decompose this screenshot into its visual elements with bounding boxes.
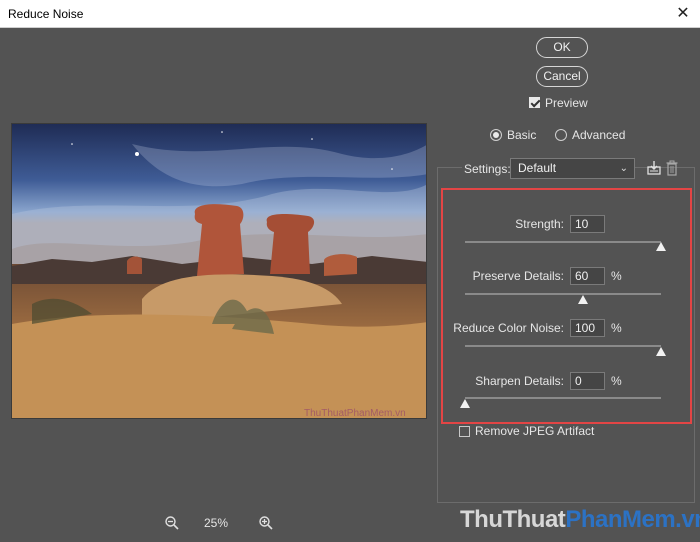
settings-label: Settings: — [462, 162, 513, 176]
remove-jpeg-artifact-label: Remove JPEG Artifact — [475, 424, 595, 438]
preview-watermark: ThuThuatPhanMem.vn — [304, 408, 406, 419]
site-watermark: ThuThuatPhanMem.vn — [460, 506, 700, 534]
basic-radio-label: Basic — [507, 128, 537, 142]
landscape-illustration: ThuThuatPhanMem.vn — [12, 124, 426, 419]
watermark-part-2: PhanMem.vn — [565, 506, 700, 533]
close-icon[interactable]: ✕ — [672, 3, 694, 25]
settings-dropdown[interactable]: Default ⌄ — [510, 158, 635, 179]
remove-jpeg-artifact-checkbox[interactable] — [459, 426, 470, 437]
cancel-button[interactable]: Cancel — [536, 66, 588, 87]
highlight-annotation — [441, 188, 692, 424]
ok-button[interactable]: OK — [536, 37, 588, 58]
advanced-radio-label: Advanced — [572, 128, 626, 142]
basic-radio[interactable] — [490, 129, 502, 141]
advanced-radio[interactable] — [555, 129, 567, 141]
zoom-out-icon[interactable] — [164, 515, 180, 531]
title-bar: Reduce Noise ✕ — [0, 0, 700, 28]
save-settings-icon[interactable] — [646, 160, 662, 176]
trash-icon[interactable] — [666, 160, 678, 176]
watermark-part-1: ThuThuat — [460, 506, 566, 533]
preview-checkbox[interactable] — [529, 97, 540, 108]
zoom-level: 25% — [204, 516, 229, 530]
zoom-in-icon[interactable] — [258, 515, 274, 531]
preview-label: Preview — [545, 96, 588, 110]
settings-dropdown-value: Default — [518, 161, 557, 175]
chevron-down-icon: ⌄ — [619, 163, 628, 174]
preview-image[interactable]: ThuThuatPhanMem.vn — [11, 123, 427, 419]
window-title: Reduce Noise — [8, 7, 84, 21]
